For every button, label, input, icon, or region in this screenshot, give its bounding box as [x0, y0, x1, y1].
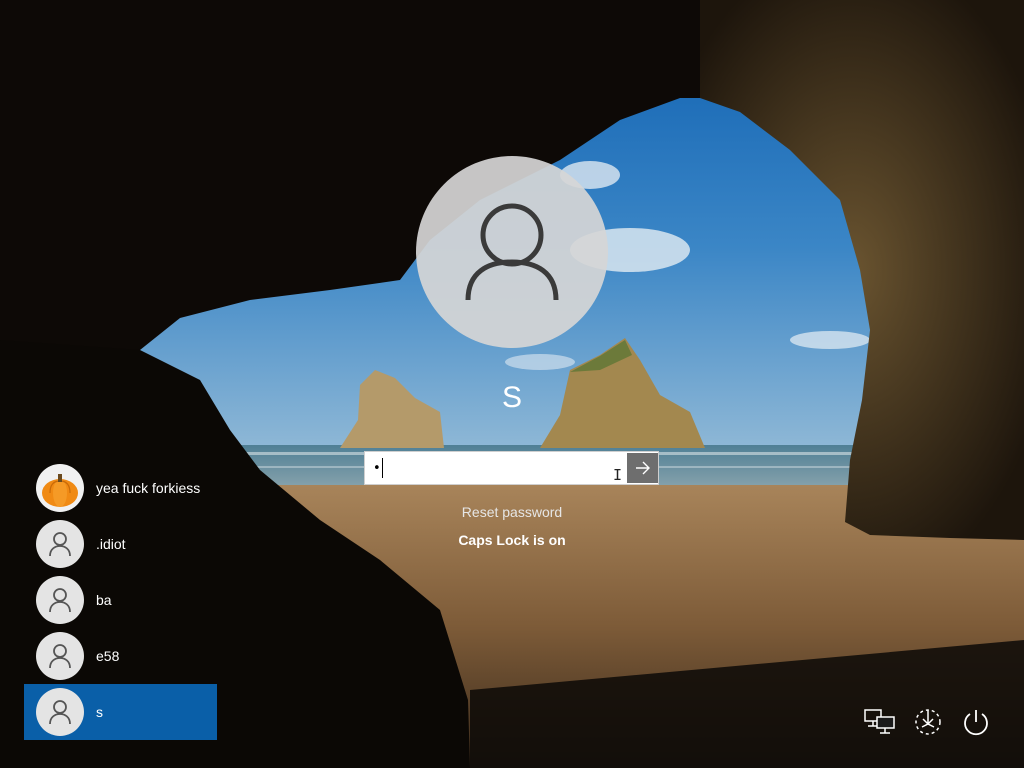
submit-button[interactable]: [627, 453, 658, 483]
user-item-yea-fuck-forkiess[interactable]: yea fuck forkiess: [24, 460, 217, 516]
ease-of-access-icon: [915, 709, 941, 735]
person-icon: [36, 520, 84, 568]
person-icon: [36, 632, 84, 680]
password-input[interactable]: [365, 452, 635, 484]
reset-password-link[interactable]: Reset password: [412, 504, 612, 520]
user-name: s: [96, 704, 103, 720]
user-item-ba[interactable]: ba: [24, 572, 217, 628]
user-list: yea fuck forkiess .idiot ba e58 s: [24, 460, 217, 740]
person-icon: [36, 576, 84, 624]
network-button[interactable]: [862, 704, 898, 740]
user-name: ba: [96, 592, 112, 608]
user-name: .idiot: [96, 536, 126, 552]
main-avatar: [416, 156, 608, 348]
user-name: yea fuck forkiess: [96, 480, 201, 496]
user-item-e58[interactable]: e58: [24, 628, 217, 684]
person-icon: [36, 688, 84, 736]
power-button[interactable]: [958, 704, 994, 740]
user-name: e58: [96, 648, 120, 664]
user-item-s[interactable]: s: [24, 684, 217, 740]
network-icon: [864, 709, 895, 734]
ibeam-cursor-icon: I: [613, 466, 623, 484]
user-item-idiot[interactable]: .idiot: [24, 516, 217, 572]
arrow-right-icon: [635, 461, 650, 475]
person-icon: [465, 203, 559, 301]
ease-of-access-button[interactable]: [910, 704, 946, 740]
power-icon: [964, 710, 988, 736]
pumpkin-avatar-icon: [36, 464, 84, 512]
lock-screen: S I Reset password Caps Lock is on yea f…: [0, 0, 1024, 768]
caps-lock-warning: Caps Lock is on: [458, 532, 566, 548]
text-caret: [382, 458, 383, 478]
username-label: S: [501, 381, 522, 414]
